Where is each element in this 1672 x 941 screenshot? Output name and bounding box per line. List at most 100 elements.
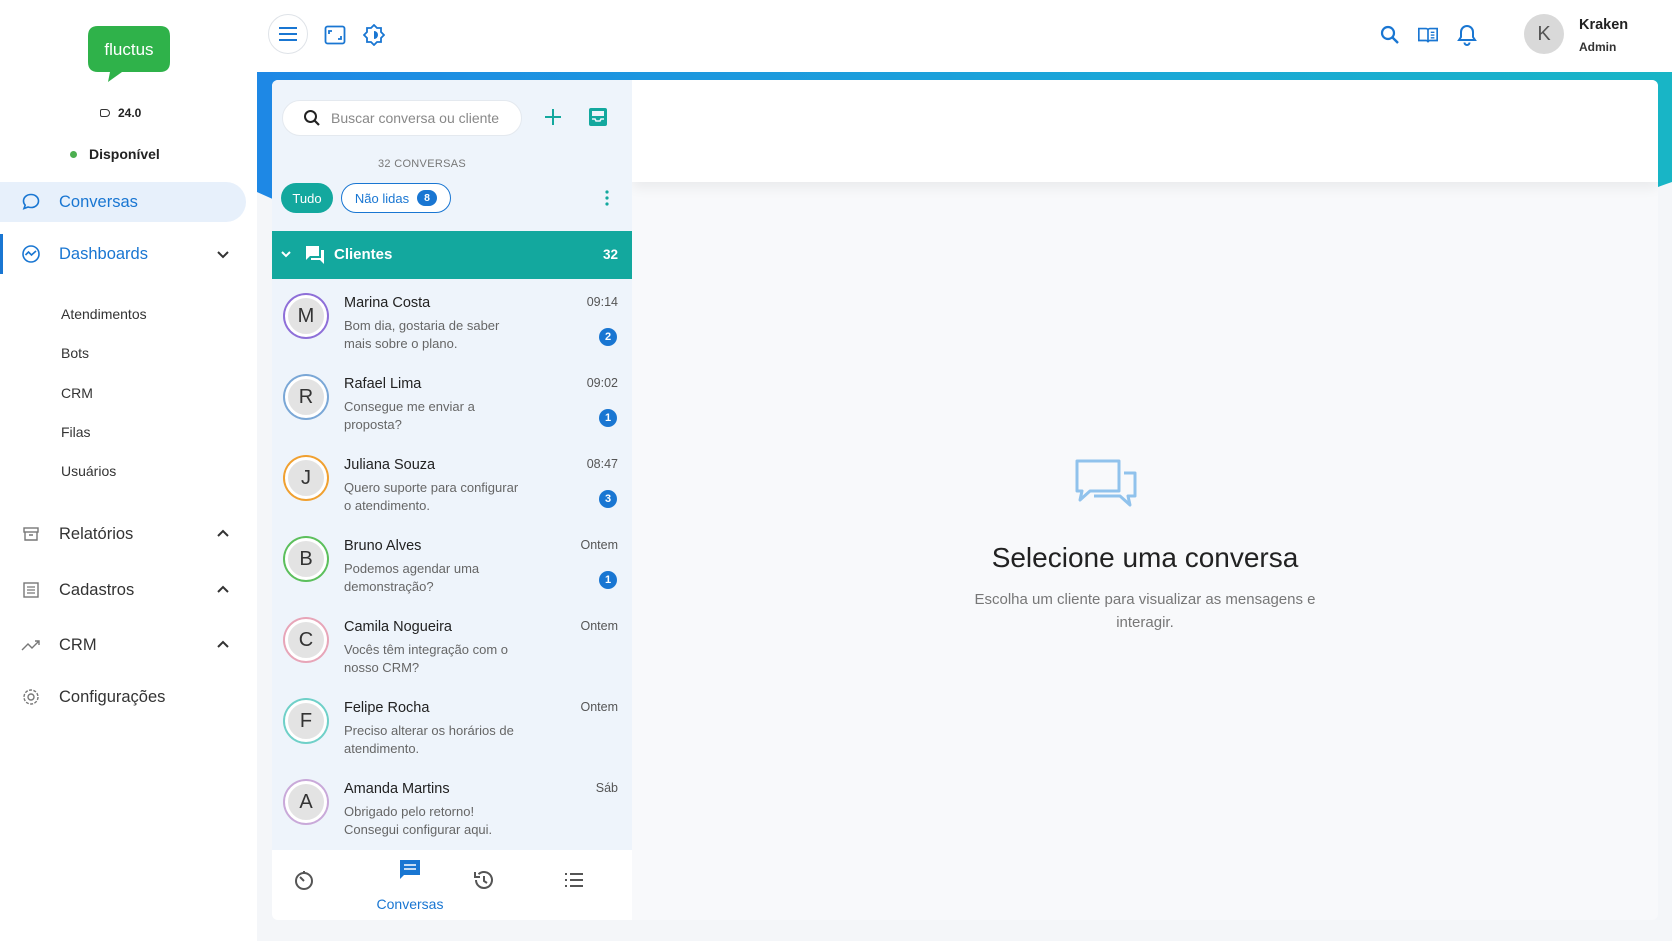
last-message: Quero suporte para configurar o atendime…: [344, 480, 519, 513]
last-message: Bom dia, gostaria de saber mais sobre o …: [344, 318, 500, 351]
sidebar-item-label: Dashboards: [59, 244, 148, 263]
conversation-item[interactable]: B Bruno Alves Podemos agendar uma demonstr…: [272, 522, 632, 602]
conversation-item[interactable]: F Felipe Rocha Preciso alterar os horários…: [272, 684, 632, 764]
chat-area: Selecione uma conversa Escolha um client…: [632, 80, 1658, 920]
theme-button[interactable]: [363, 24, 385, 46]
avatar: A: [285, 781, 327, 823]
chat-bubble-icon: [21, 192, 41, 212]
message-time: Ontem: [580, 619, 618, 633]
book-icon: [1418, 27, 1438, 43]
more-vert-icon[interactable]: [604, 189, 610, 207]
contact-name: Felipe Rocha: [344, 700, 430, 716]
top-bar: K Kraken Admin: [257, 0, 1672, 72]
archive-icon: [21, 524, 41, 544]
unread-badge: 1: [599, 409, 617, 427]
sidebar-subitem-atendimentos[interactable]: Atendimentos: [61, 306, 147, 322]
bottom-nav: Conversas: [272, 850, 632, 920]
gear-icon: [21, 687, 41, 707]
empty-state-subtitle: Escolha um cliente para visualizar as me…: [974, 591, 1316, 631]
last-message: Obrigado pelo retorno! Consegui configur…: [344, 804, 493, 837]
bell-icon: [1457, 24, 1477, 46]
search-icon: [1380, 25, 1399, 44]
chevron-down-icon: [281, 251, 291, 258]
logo-text: fluctus: [104, 40, 153, 59]
message-time: 09:02: [586, 376, 618, 390]
fluctus-logo[interactable]: fluctus: [86, 22, 172, 86]
filter-unread-chip[interactable]: Não lidas 8: [341, 183, 451, 213]
sidebar-item-relatorios[interactable]: Relatórios: [0, 519, 246, 549]
sidebar-item-label: Conversas: [59, 192, 138, 211]
docs-button[interactable]: [1417, 24, 1439, 46]
availability-status[interactable]: Disponível: [70, 146, 160, 162]
sidebar-subitem-usuarios[interactable]: Usuários: [61, 463, 116, 479]
message-time: 08:47: [586, 457, 618, 471]
empty-state-title: Selecione uma conversa: [991, 542, 1299, 573]
dashboard-icon: [21, 244, 41, 264]
menu-button[interactable]: [268, 14, 308, 54]
chevron-up-icon[interactable]: [215, 526, 231, 542]
contact-name: Bruno Alves: [344, 538, 422, 554]
sidebar-item-crm[interactable]: CRM: [0, 630, 246, 660]
history-icon[interactable]: [472, 868, 496, 892]
chevron-up-icon[interactable]: [215, 637, 231, 653]
sidebar-item-configuracoes[interactable]: Configurações: [0, 682, 246, 712]
avatar: C: [285, 619, 327, 661]
fullscreen-icon: [324, 25, 346, 45]
chevron-up-icon[interactable]: [215, 582, 231, 598]
message-icon[interactable]: [398, 858, 422, 882]
brightness-icon: [363, 24, 385, 46]
contact-name: Rafael Lima: [344, 376, 422, 392]
sidebar-item-conversas[interactable]: Conversas: [0, 182, 246, 222]
search-input[interactable]: [329, 109, 513, 127]
timer-icon[interactable]: [292, 868, 316, 892]
search-button[interactable]: [1379, 24, 1401, 46]
hamburger-icon: [279, 27, 297, 41]
contact-name: Marina Costa: [344, 295, 431, 311]
last-message: Consegue me enviar a proposta?: [344, 399, 475, 432]
filter-all-chip[interactable]: Tudo: [281, 183, 333, 213]
unread-badge: 3: [599, 490, 617, 508]
sidebar-item-label: Cadastros: [59, 580, 135, 599]
group-header-clientes[interactable]: Clientes 32: [272, 231, 632, 279]
conversation-item[interactable]: A Amanda Martins Obrigado pelo retorno! Co…: [272, 765, 632, 845]
add-icon[interactable]: [542, 106, 564, 128]
chevron-down-icon[interactable]: [215, 246, 231, 262]
list-view-icon[interactable]: [562, 868, 586, 892]
contact-name: Amanda Martins: [344, 781, 450, 797]
unread-badge: 1: [599, 571, 617, 589]
message-time: Ontem: [580, 538, 618, 552]
group-name: Clientes: [334, 246, 393, 263]
chat-bubbles-icon: [1075, 459, 1137, 507]
avatar: J: [285, 457, 327, 499]
sidebar-subitem-crm[interactable]: CRM: [61, 385, 93, 401]
contact-name: Juliana Souza: [344, 457, 436, 473]
notifications-button[interactable]: [1456, 24, 1478, 46]
sidebar-item-label: Relatórios: [59, 524, 134, 543]
message-time: Ontem: [580, 700, 618, 714]
conversation-item[interactable]: C Camila Nogueira Vocês têm integração com…: [272, 603, 632, 683]
search-field[interactable]: [282, 100, 522, 136]
conversation-count: 32 CONVERSAS: [378, 158, 466, 170]
avatar[interactable]: K: [1524, 14, 1564, 54]
conversation-item[interactable]: M Marina Costa Bom dia, gostaria de saber …: [272, 279, 632, 359]
sidebar-subitem-bots[interactable]: Bots: [61, 345, 89, 361]
sidebar-item-label: Configurações: [59, 687, 166, 706]
sidebar-item-cadastros[interactable]: Cadastros: [0, 575, 246, 605]
trending-icon: [21, 635, 41, 655]
message-time: 09:14: [586, 295, 618, 309]
conversation-item[interactable]: J Juliana Souza Quero suporte para configu…: [272, 441, 632, 521]
forum-icon: [306, 246, 324, 264]
chat-header: [632, 80, 1658, 182]
avatar: F: [285, 700, 327, 742]
contact-name: Camila Nogueira: [344, 619, 452, 635]
active-indicator: [0, 234, 3, 274]
status-text: Disponível: [89, 146, 160, 162]
fullscreen-button[interactable]: [324, 24, 346, 46]
sidebar-subitem-filas[interactable]: Filas: [61, 424, 91, 440]
avatar: M: [285, 295, 327, 337]
unread-count-badge: 8: [417, 190, 438, 206]
bottom-nav-conversas-label[interactable]: Conversas: [370, 896, 450, 912]
sidebar-item-dashboards[interactable]: Dashboards: [0, 234, 246, 274]
conversation-item[interactable]: R Rafael Lima Consegue me enviar a propost…: [272, 360, 632, 440]
inbox-icon[interactable]: [587, 106, 609, 128]
